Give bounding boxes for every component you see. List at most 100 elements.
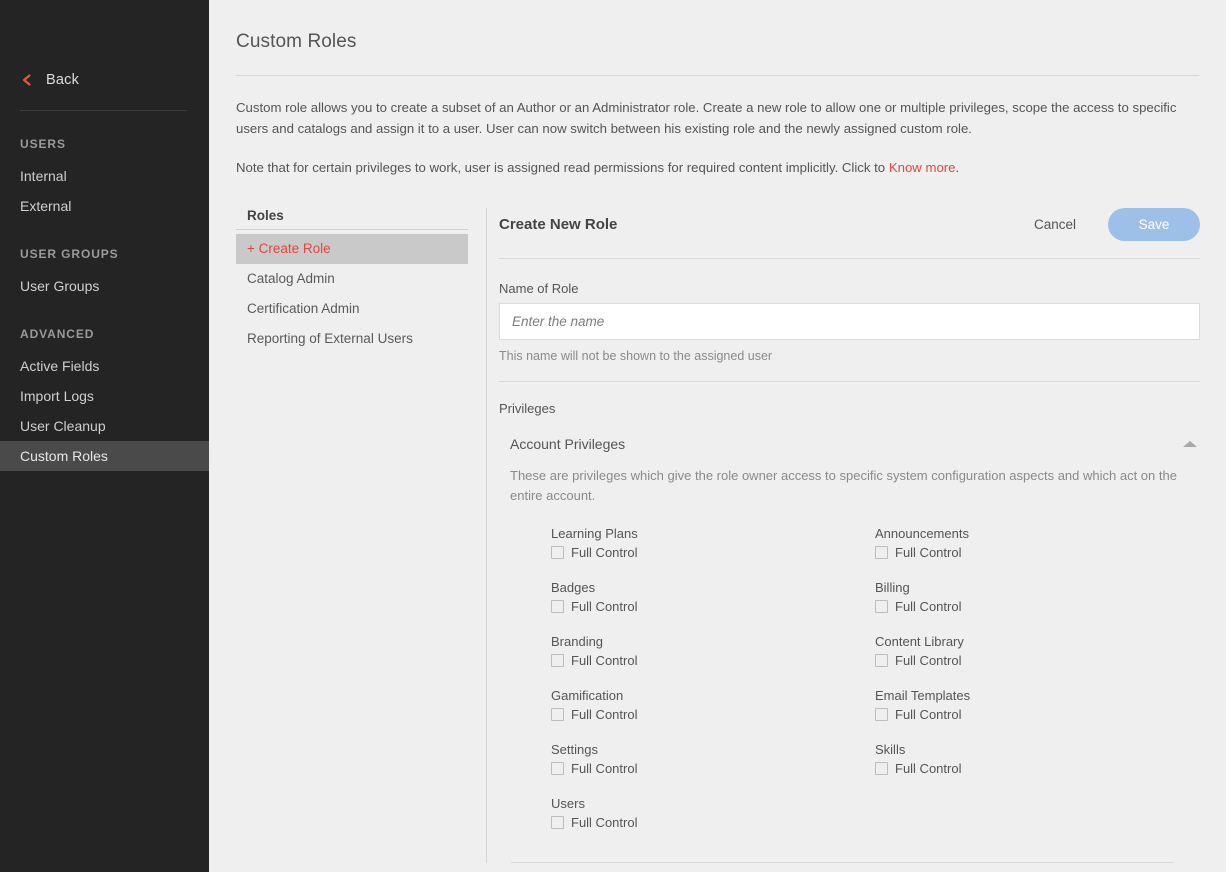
checkbox-label: Full Control <box>895 599 961 614</box>
privilege-full-control-checkbox[interactable]: Full Control <box>875 761 1200 776</box>
privilege-full-control-checkbox[interactable]: Full Control <box>551 815 875 830</box>
privilege-label: Learning Plans <box>551 526 875 541</box>
cancel-button[interactable]: Cancel <box>1024 211 1086 238</box>
privileges-label: Privileges <box>499 401 1200 416</box>
form-title: Create New Role <box>499 216 617 233</box>
checkbox-icon[interactable] <box>875 708 888 721</box>
sidebar-item-user-cleanup[interactable]: User Cleanup <box>0 411 209 441</box>
checkbox-label: Full Control <box>895 545 961 560</box>
name-of-role-label: Name of Role <box>499 281 1200 296</box>
account-privileges-header[interactable]: Account Privileges <box>510 434 1200 454</box>
privilege-full-control-checkbox[interactable]: Full Control <box>875 599 1200 614</box>
checkbox-label: Full Control <box>571 707 637 722</box>
privilege-label: Email Templates <box>875 688 1200 703</box>
checkbox-icon[interactable] <box>875 546 888 559</box>
privilege-full-control-checkbox[interactable]: Full Control <box>551 599 875 614</box>
sidebar-section-title-user-groups: USER GROUPS <box>0 247 209 261</box>
privilege-label: Badges <box>551 580 875 595</box>
account-privileges-title: Account Privileges <box>510 436 625 452</box>
back-label: Back <box>46 72 79 88</box>
privilege-full-control-checkbox[interactable]: Full Control <box>551 545 875 560</box>
form-actions: Cancel Save <box>1024 208 1200 241</box>
body-columns: Roles + Create Role Catalog Admin Certif… <box>209 208 1226 863</box>
checkbox-label: Full Control <box>571 815 637 830</box>
privilege-billing: Billing Full Control <box>875 580 1200 614</box>
caret-up-icon[interactable] <box>1180 434 1200 454</box>
sidebar-section-title-advanced: ADVANCED <box>0 327 209 341</box>
checkbox-icon[interactable] <box>551 600 564 613</box>
checkbox-icon[interactable] <box>551 654 564 667</box>
sidebar-item-active-fields[interactable]: Active Fields <box>0 351 209 381</box>
account-privileges-description: These are privileges which give the role… <box>510 466 1190 506</box>
title-divider <box>236 75 1199 76</box>
privilege-full-control-checkbox[interactable]: Full Control <box>551 761 875 776</box>
privilege-full-control-checkbox[interactable]: Full Control <box>875 653 1200 668</box>
privilege-full-control-checkbox[interactable]: Full Control <box>551 707 875 722</box>
checkbox-label: Full Control <box>571 599 637 614</box>
privilege-label: Settings <box>551 742 875 757</box>
checkbox-icon[interactable] <box>551 546 564 559</box>
form-header-divider <box>499 258 1200 259</box>
privileges-section-divider <box>499 381 1200 382</box>
checkbox-icon[interactable] <box>551 708 564 721</box>
sidebar-group-advanced: ADVANCED Active Fields Import Logs User … <box>0 327 209 471</box>
privilege-full-control-checkbox[interactable]: Full Control <box>875 707 1200 722</box>
intro-paragraph-2-suffix: . <box>956 160 960 175</box>
sidebar-item-external[interactable]: External <box>0 191 209 221</box>
privilege-learning-plans: Learning Plans Full Control <box>551 526 875 560</box>
sidebar: Back USERS Internal External USER GROUPS… <box>0 0 209 872</box>
bottom-divider <box>511 862 1174 863</box>
chevron-left-icon <box>20 73 34 87</box>
intro-text: Custom role allows you to create a subse… <box>236 97 1199 178</box>
sidebar-divider <box>20 110 187 111</box>
sidebar-item-internal[interactable]: Internal <box>0 161 209 191</box>
privilege-label: Branding <box>551 634 875 649</box>
sidebar-item-custom-roles[interactable]: Custom Roles <box>0 441 209 471</box>
role-item-catalog-admin[interactable]: Catalog Admin <box>236 264 468 294</box>
know-more-link[interactable]: Know more <box>889 160 956 175</box>
privilege-full-control-checkbox[interactable]: Full Control <box>551 653 875 668</box>
back-button[interactable]: Back <box>0 60 209 100</box>
privilege-label: Gamification <box>551 688 875 703</box>
page-title: Custom Roles <box>209 13 1226 53</box>
roles-heading: Roles <box>236 208 468 223</box>
create-role-button[interactable]: + Create Role <box>236 234 468 264</box>
sidebar-item-import-logs[interactable]: Import Logs <box>0 381 209 411</box>
sidebar-group-users: USERS Internal External <box>0 137 209 221</box>
save-button[interactable]: Save <box>1108 208 1200 241</box>
privilege-label: Skills <box>875 742 1200 757</box>
checkbox-label: Full Control <box>895 707 961 722</box>
role-name-input[interactable] <box>499 303 1200 340</box>
privilege-users: Users Full Control <box>551 796 875 830</box>
privilege-settings: Settings Full Control <box>551 742 875 776</box>
checkbox-icon[interactable] <box>875 654 888 667</box>
checkbox-icon[interactable] <box>551 816 564 829</box>
sidebar-item-user-groups[interactable]: User Groups <box>0 271 209 301</box>
privilege-full-control-checkbox[interactable]: Full Control <box>875 545 1200 560</box>
checkbox-icon[interactable] <box>875 762 888 775</box>
role-name-hint: This name will not be shown to the assig… <box>499 349 1200 363</box>
privilege-label: Users <box>551 796 875 811</box>
checkbox-icon[interactable] <box>551 762 564 775</box>
privilege-email-templates: Email Templates Full Control <box>875 688 1200 722</box>
privilege-empty-cell <box>875 796 1200 830</box>
main-content: Custom Roles Custom role allows you to c… <box>209 0 1226 872</box>
privilege-gamification: Gamification Full Control <box>551 688 875 722</box>
privilege-badges: Badges Full Control <box>551 580 875 614</box>
checkbox-label: Full Control <box>895 653 961 668</box>
privilege-announcements: Announcements Full Control <box>875 526 1200 560</box>
roles-panel: Roles + Create Role Catalog Admin Certif… <box>236 208 486 863</box>
privilege-label: Content Library <box>875 634 1200 649</box>
checkbox-icon[interactable] <box>875 600 888 613</box>
checkbox-label: Full Control <box>895 761 961 776</box>
create-role-form: Create New Role Cancel Save Name of Role… <box>487 208 1226 863</box>
intro-paragraph-2: Note that for certain privileges to work… <box>236 157 1199 178</box>
privileges-grid: Learning Plans Full Control Announcement… <box>510 526 1200 850</box>
roles-divider <box>236 229 468 230</box>
role-item-certification-admin[interactable]: Certification Admin <box>236 294 468 324</box>
intro-paragraph-1: Custom role allows you to create a subse… <box>236 97 1199 139</box>
privilege-content-library: Content Library Full Control <box>875 634 1200 668</box>
privilege-label: Billing <box>875 580 1200 595</box>
role-item-reporting-external-users[interactable]: Reporting of External Users <box>236 324 468 354</box>
checkbox-label: Full Control <box>571 545 637 560</box>
